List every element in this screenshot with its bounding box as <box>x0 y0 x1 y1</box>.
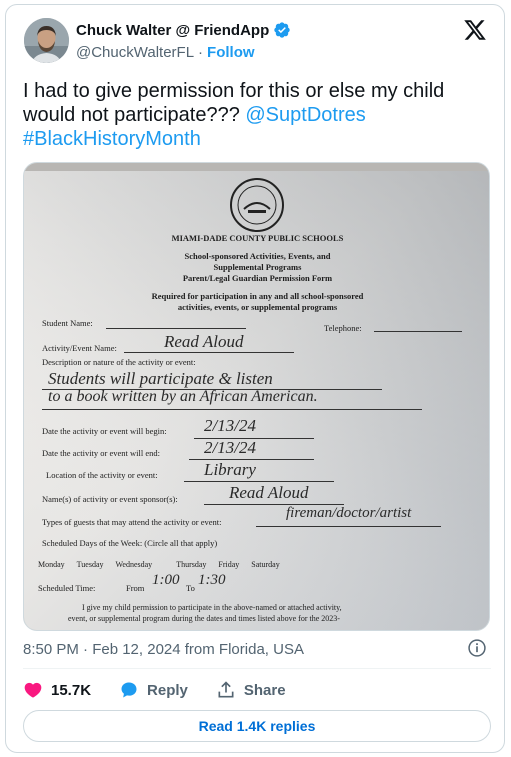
author-handle-row: @ChuckWalterFL · Follow <box>76 44 255 61</box>
share-label: Share <box>243 681 286 699</box>
form-required-1: Required for participation in any and al… <box>151 291 364 301</box>
description-line-1: Students will participate & listen <box>48 369 273 388</box>
author-name-row: Chuck Walter @ FriendApp <box>76 21 291 39</box>
avatar[interactable] <box>24 18 69 63</box>
day-friday: Friday <box>218 560 240 569</box>
share-icon <box>218 681 234 698</box>
form-heading-3: Parent/Legal Guardian Permission Form <box>182 273 333 283</box>
sponsor-label: Name(s) of activity or event sponsor(s): <box>42 494 178 504</box>
begin-date-label: Date the activity or event will begin: <box>42 426 167 436</box>
tweet-body: I had to give permission for this or els… <box>23 80 445 126</box>
day-wednesday: Wednesday <box>115 560 153 569</box>
location-value: Library <box>204 460 256 479</box>
tweet-actions: 15.7K Reply Share <box>23 677 314 703</box>
author-handle[interactable]: @ChuckWalterFL <box>76 44 194 61</box>
tweet-timestamp[interactable]: 8:50 PM · Feb 12, 2024 from Florida, USA <box>23 641 304 658</box>
description-line-2: to a book written by an African American… <box>48 388 318 405</box>
tweet-card: Chuck Walter @ FriendApp @ChuckWalterFL … <box>5 4 505 753</box>
location-label: Location of the activity or event: <box>46 470 158 480</box>
form-heading-2: Supplemental Programs <box>213 262 302 272</box>
day-saturday: Saturday <box>251 560 280 569</box>
time-to-label: To <box>186 583 195 593</box>
tweet-photo[interactable]: MIAMI-DADE COUNTY PUBLIC SCHOOLS School-… <box>23 162 490 631</box>
follow-button[interactable]: Follow <box>207 44 255 61</box>
student-name-label: Student Name: <box>42 318 93 328</box>
day-monday: Monday <box>38 560 65 569</box>
days-label: Scheduled Days of the Week: (Circle all … <box>42 538 218 548</box>
hashtag-link[interactable]: #BlackHistoryMonth <box>23 128 201 150</box>
like-count: 15.7K <box>51 681 92 699</box>
read-replies-button[interactable]: Read 1.4K replies <box>23 710 491 742</box>
form-required-2: activities, events, or supplemental prog… <box>177 302 338 312</box>
time-from-label: From <box>126 583 145 593</box>
begin-date-value: 2/13/24 <box>204 416 256 435</box>
speech-bubble-icon <box>121 682 137 698</box>
like-button[interactable]: 15.7K <box>23 680 91 700</box>
form-heading-1: School-sponsored Activities, Events, and <box>184 251 331 261</box>
time-to-value: 1:30 <box>198 572 226 588</box>
tweet-text: I had to give permission for this or els… <box>23 79 493 151</box>
day-thursday: Thursday <box>176 560 207 569</box>
x-logo-icon[interactable] <box>463 18 487 42</box>
guests-label: Types of guests that may attend the acti… <box>42 517 222 527</box>
form-school-name: MIAMI-DADE COUNTY PUBLIC SCHOOLS <box>171 233 344 243</box>
guests-value: fireman/doctor/artist <box>286 505 412 521</box>
consent-line-1: I give my child permission to participat… <box>82 603 342 612</box>
heart-icon <box>24 682 42 698</box>
telephone-label: Telephone: <box>324 323 362 333</box>
days-row: Monday Tuesday Wednesday Thursday Friday… <box>38 560 280 569</box>
activity-label: Activity/Event Name: <box>42 343 117 353</box>
verified-badge-icon <box>274 22 290 38</box>
consent-line-2: event, or supplemental program during th… <box>68 614 340 623</box>
end-date-value: 2/13/24 <box>204 438 256 457</box>
share-button[interactable]: Share <box>216 680 286 700</box>
time-label: Scheduled Time: <box>38 583 96 593</box>
end-date-label: Date the activity or event will end: <box>42 448 161 458</box>
mention-link[interactable]: @SuptDotres <box>245 104 365 126</box>
author-display-name[interactable]: Chuck Walter @ FriendApp <box>76 22 269 39</box>
time-from-value: 1:00 <box>152 572 180 588</box>
reply-button[interactable]: Reply <box>119 680 188 700</box>
divider <box>23 668 491 669</box>
reply-label: Reply <box>147 681 188 699</box>
info-icon[interactable] <box>467 638 487 658</box>
activity-value: Read Aloud <box>164 332 244 351</box>
description-label: Description or nature of the activity or… <box>42 357 196 367</box>
day-tuesday: Tuesday <box>76 560 104 569</box>
separator-dot: · <box>198 44 204 61</box>
sponsor-value: Read Aloud <box>229 483 309 502</box>
